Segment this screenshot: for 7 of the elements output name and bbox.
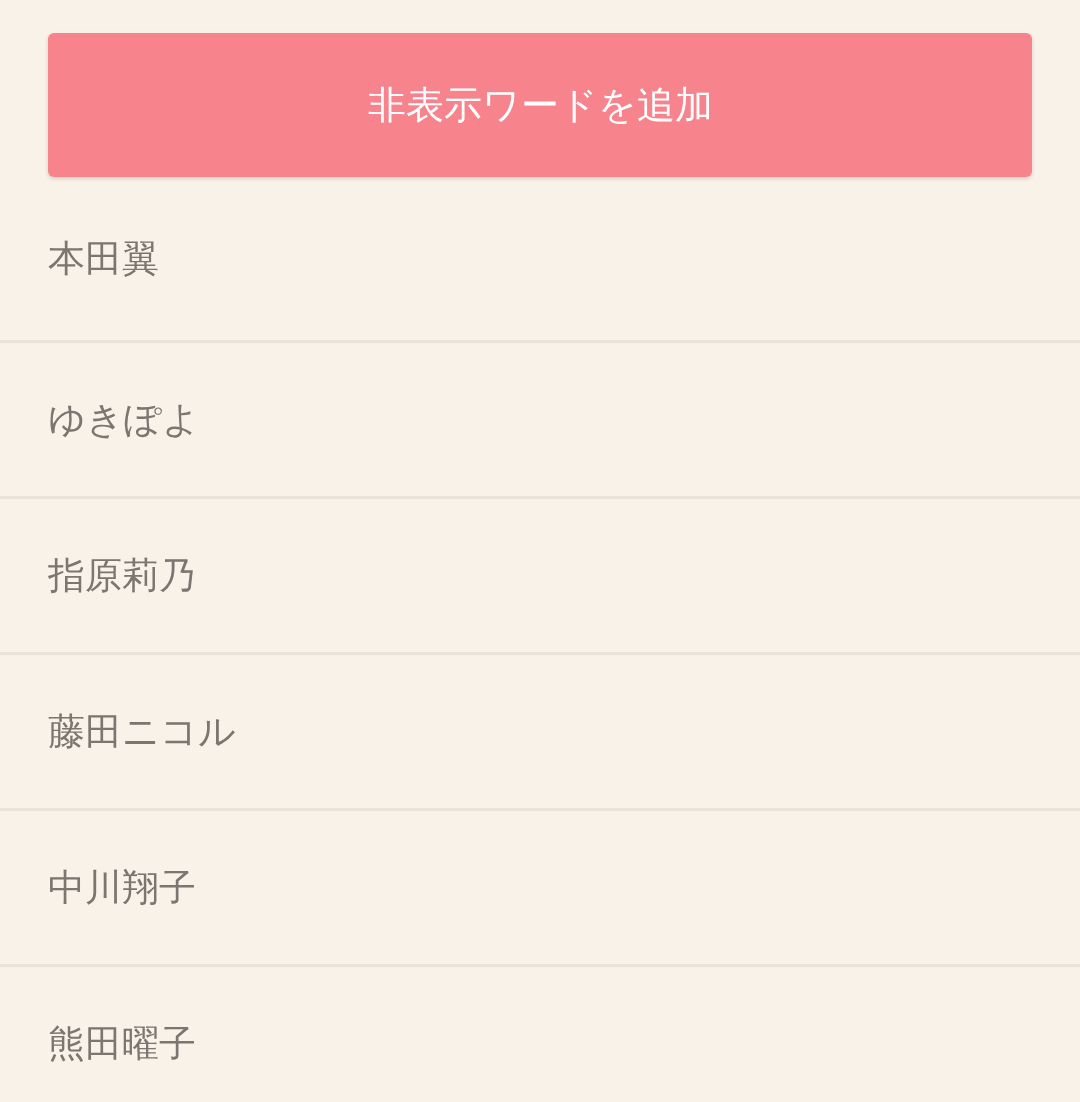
add-hidden-word-button[interactable]: 非表示ワードを追加 xyxy=(48,33,1032,177)
hidden-word-item[interactable]: 本田翼 xyxy=(48,233,159,284)
hidden-word-item[interactable]: 指原莉乃 xyxy=(48,550,196,601)
hidden-word-item[interactable]: 藤田ニコル xyxy=(48,706,236,757)
hidden-word-item[interactable]: 熊田曜子 xyxy=(48,1018,196,1069)
hidden-word-item[interactable]: 中川翔子 xyxy=(48,862,196,913)
hidden-word-item[interactable]: ゆきぽよ xyxy=(48,394,200,445)
